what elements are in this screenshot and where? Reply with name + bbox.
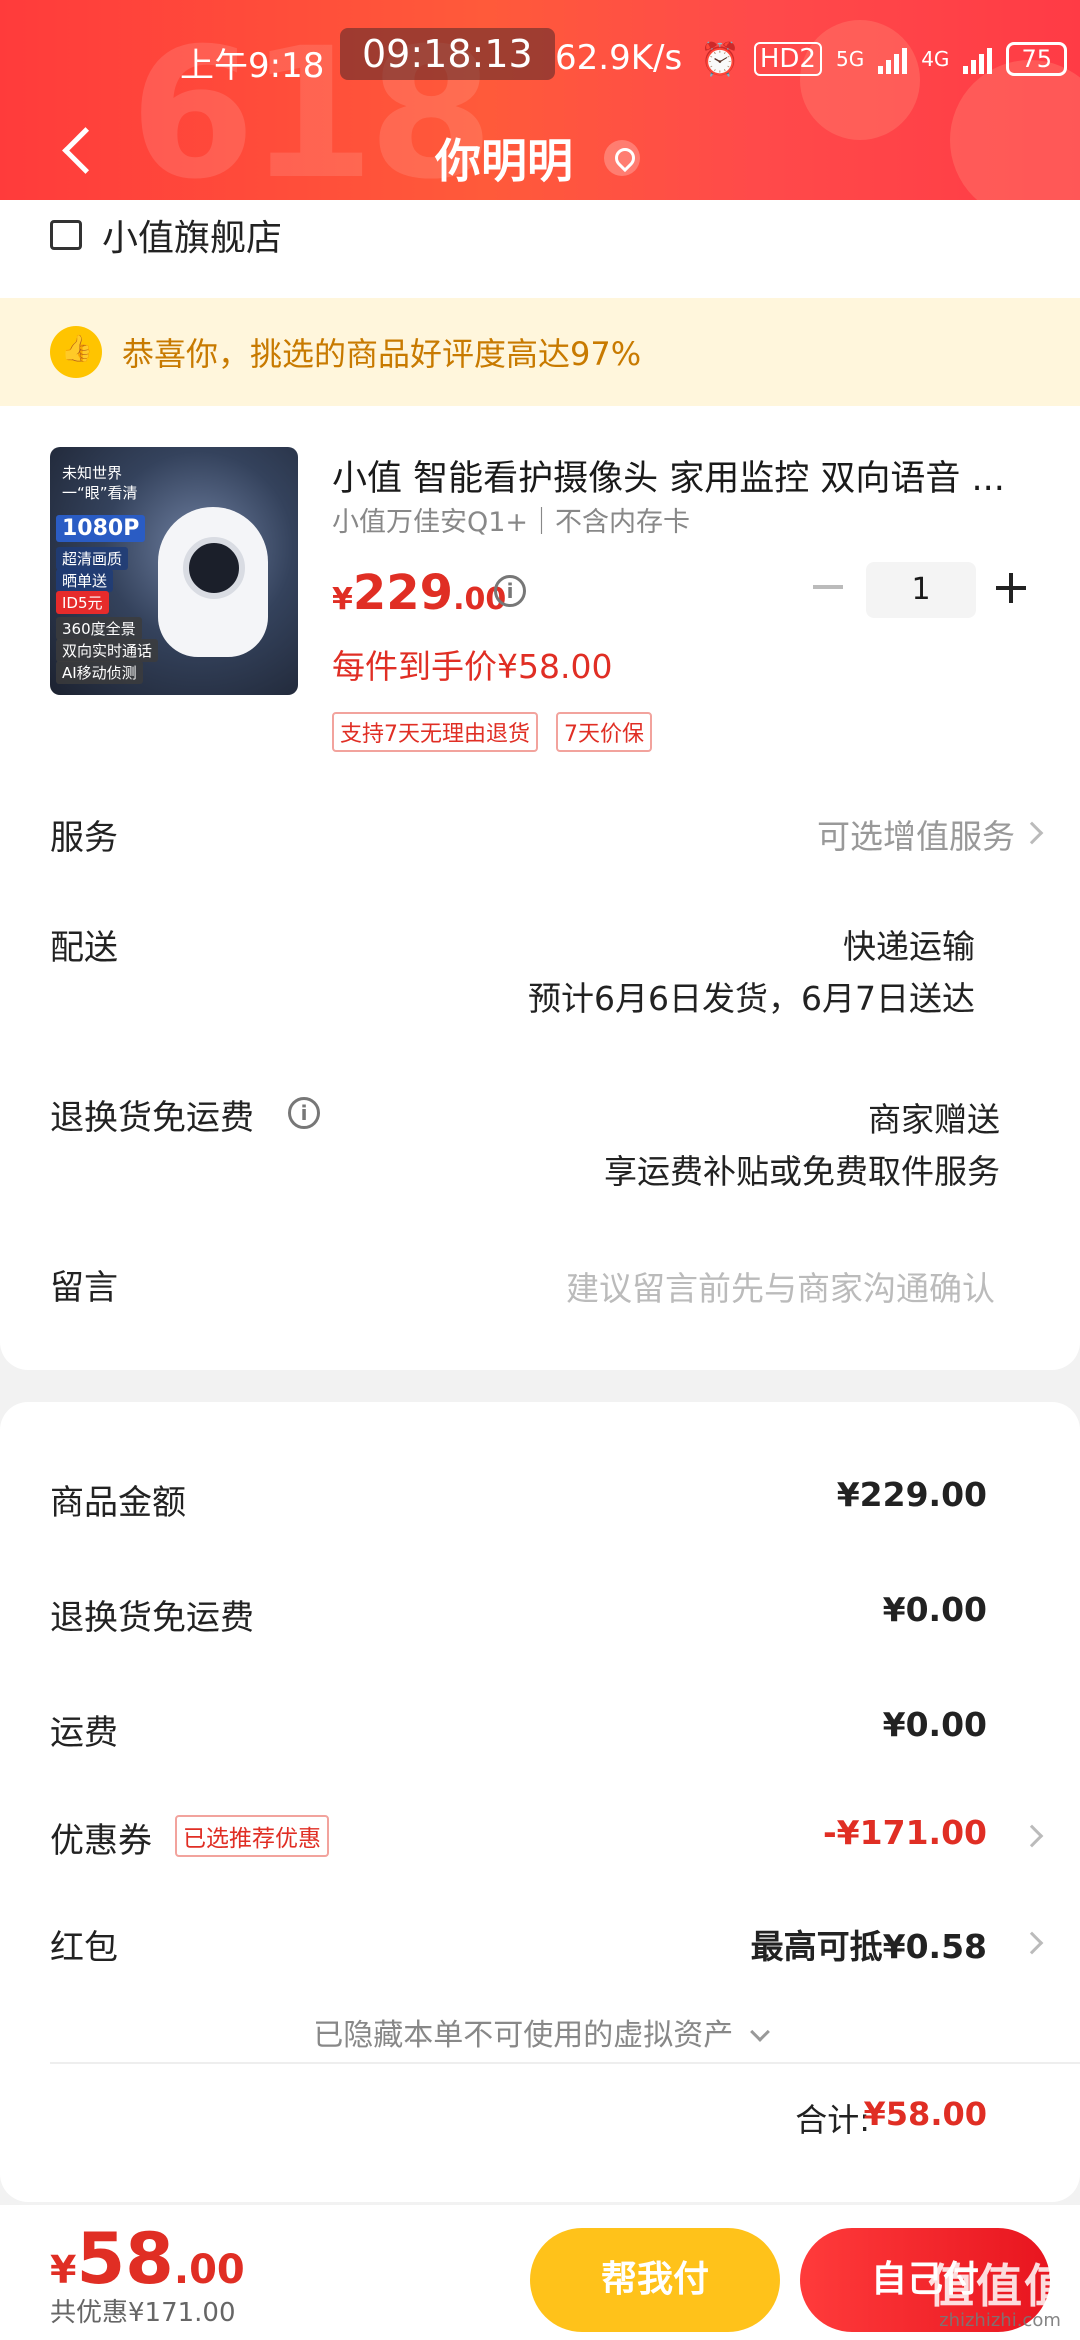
camera-lens (183, 537, 245, 599)
message-input[interactable]: 建议留言前先与商家沟通确认 (566, 1262, 995, 1310)
product-image[interactable]: 未知世界 一“眼”看清 1080P 超清画质 晒单送 ID5元 360度全景 双… (50, 447, 298, 695)
img-text: ID5元 (56, 591, 109, 614)
location-icon[interactable] (604, 140, 640, 176)
return-policy-tag: 支持7天无理由退货 (332, 712, 538, 752)
total-value: ¥58.00 (863, 2095, 987, 2133)
shipping-value: ¥0.00 (882, 1705, 987, 1744)
hand-price: 每件到手价¥58.00 (332, 647, 613, 686)
quantity-input[interactable]: 1 (866, 562, 976, 618)
header: 618 上午9:18 09:18:13 62.9K/s ⏰ HD2 5G 4G … (0, 0, 1080, 225)
delivery-estimate: 预计6月6日发货，6月7日送达 (528, 979, 975, 1018)
delivery-label: 配送 (50, 928, 118, 968)
back-button[interactable] (55, 120, 95, 180)
status-clock: 09:18:13 (340, 28, 555, 80)
thumbs-up-icon (50, 326, 102, 378)
store-row[interactable]: 小值旗舰店 (50, 205, 282, 265)
free-return-value: 商家赠送 (868, 1100, 1000, 1139)
bottom-total-integer: 58 (76, 2218, 174, 2300)
hd-icon: HD2 (753, 42, 822, 76)
coupon-value[interactable]: -¥171.00 (823, 1813, 987, 1852)
alarm-icon: ⏰ (700, 40, 740, 78)
delivery-method[interactable]: 快递运输 (843, 920, 975, 968)
return-fee-label: 退换货免运费 (50, 1598, 254, 1638)
img-text: 晒单送 (56, 569, 114, 592)
divider (50, 2062, 1080, 2064)
status-time: 上午9:18 (180, 46, 325, 86)
total-discount: 共优惠¥171.00 (50, 2298, 236, 2328)
free-return-info-icon[interactable]: i (288, 1097, 320, 1129)
price-info-icon[interactable]: i (494, 575, 526, 607)
img-text: 超清画质 (56, 547, 129, 570)
price-integer: 229 (352, 565, 454, 621)
message-label: 留言 (50, 1268, 118, 1308)
chevron-down-icon (749, 2022, 770, 2042)
status-icons: ⏰ HD2 5G 4G 75 (700, 40, 1067, 78)
img-text: 1080P (56, 515, 146, 542)
product-spec[interactable]: 小值万佳安Q1+｜不含内存卡 (332, 500, 690, 539)
store-name: 小值旗舰店 (102, 218, 283, 259)
net2-label: 4G (921, 47, 950, 71)
signal-icon (878, 44, 908, 74)
free-return-label: 退换货免运费 (50, 1098, 254, 1138)
bottom-total-price: ¥58.00 (50, 2218, 245, 2300)
hidden-assets-toggle[interactable]: 已隐藏本单不可使用的虚拟资产 (0, 2010, 1080, 2054)
help-pay-button[interactable]: 帮我付 (530, 2228, 780, 2332)
free-return-desc: 享运费补贴或免费取件服务 (604, 1152, 1000, 1191)
bottom-currency: ¥ (50, 2248, 77, 2292)
price-protect-tag: 7天价保 (556, 712, 652, 752)
total-label: 合计: (795, 2101, 870, 2139)
return-fee-value: ¥0.00 (882, 1590, 987, 1629)
watermark-logo: 值值值 (928, 2259, 1072, 2313)
redpacket-label: 红包 (50, 1928, 118, 1968)
coupon-label: 优惠券 (50, 1821, 152, 1861)
price-currency: ¥ (332, 582, 353, 617)
quantity-decrease-button[interactable] (813, 585, 843, 589)
rating-notice: 恭喜你，挑选的商品好评度高达97% (0, 298, 1080, 406)
product-name[interactable]: 小值 智能看护摄像头 家用监控 双向语音 ... (332, 450, 1040, 501)
hidden-assets-text: 已隐藏本单不可使用的虚拟资产 (313, 2018, 734, 2053)
status-bar: 上午9:18 09:18:13 62.9K/s ⏰ HD2 5G 4G 75 (0, 28, 1080, 92)
coupon-tag: 已选推荐优惠 (175, 1815, 329, 1857)
signal-icon (963, 44, 993, 74)
img-text: 双向实时通话 (56, 639, 159, 662)
notice-text: 恭喜你，挑选的商品好评度高达97% (122, 335, 642, 373)
img-text: 360度全景 (56, 617, 142, 640)
shipping-label: 运费 (50, 1713, 118, 1753)
page-title: 你明明 (435, 134, 573, 188)
img-text: 一“眼”看清 (62, 484, 138, 502)
service-label: 服务 (50, 818, 118, 858)
product-price: ¥229.00 (332, 565, 506, 621)
net1-label: 5G (835, 47, 865, 71)
img-text: AI移动侦测 (56, 661, 143, 684)
goods-amount-value: ¥229.00 (836, 1475, 987, 1514)
battery-icon: 75 (1006, 42, 1067, 76)
watermark-url: zhizhizhi.com (939, 2310, 1061, 2331)
store-icon (50, 220, 82, 250)
goods-amount-label: 商品金额 (50, 1483, 186, 1523)
status-speed: 62.9K/s (555, 38, 683, 78)
redpacket-value[interactable]: 最高可抵¥0.58 (751, 1920, 987, 1968)
bottom-total-decimal: .00 (173, 2247, 245, 2293)
service-value[interactable]: 可选增值服务 (817, 810, 1015, 858)
quantity-increase-button[interactable] (996, 573, 1026, 603)
